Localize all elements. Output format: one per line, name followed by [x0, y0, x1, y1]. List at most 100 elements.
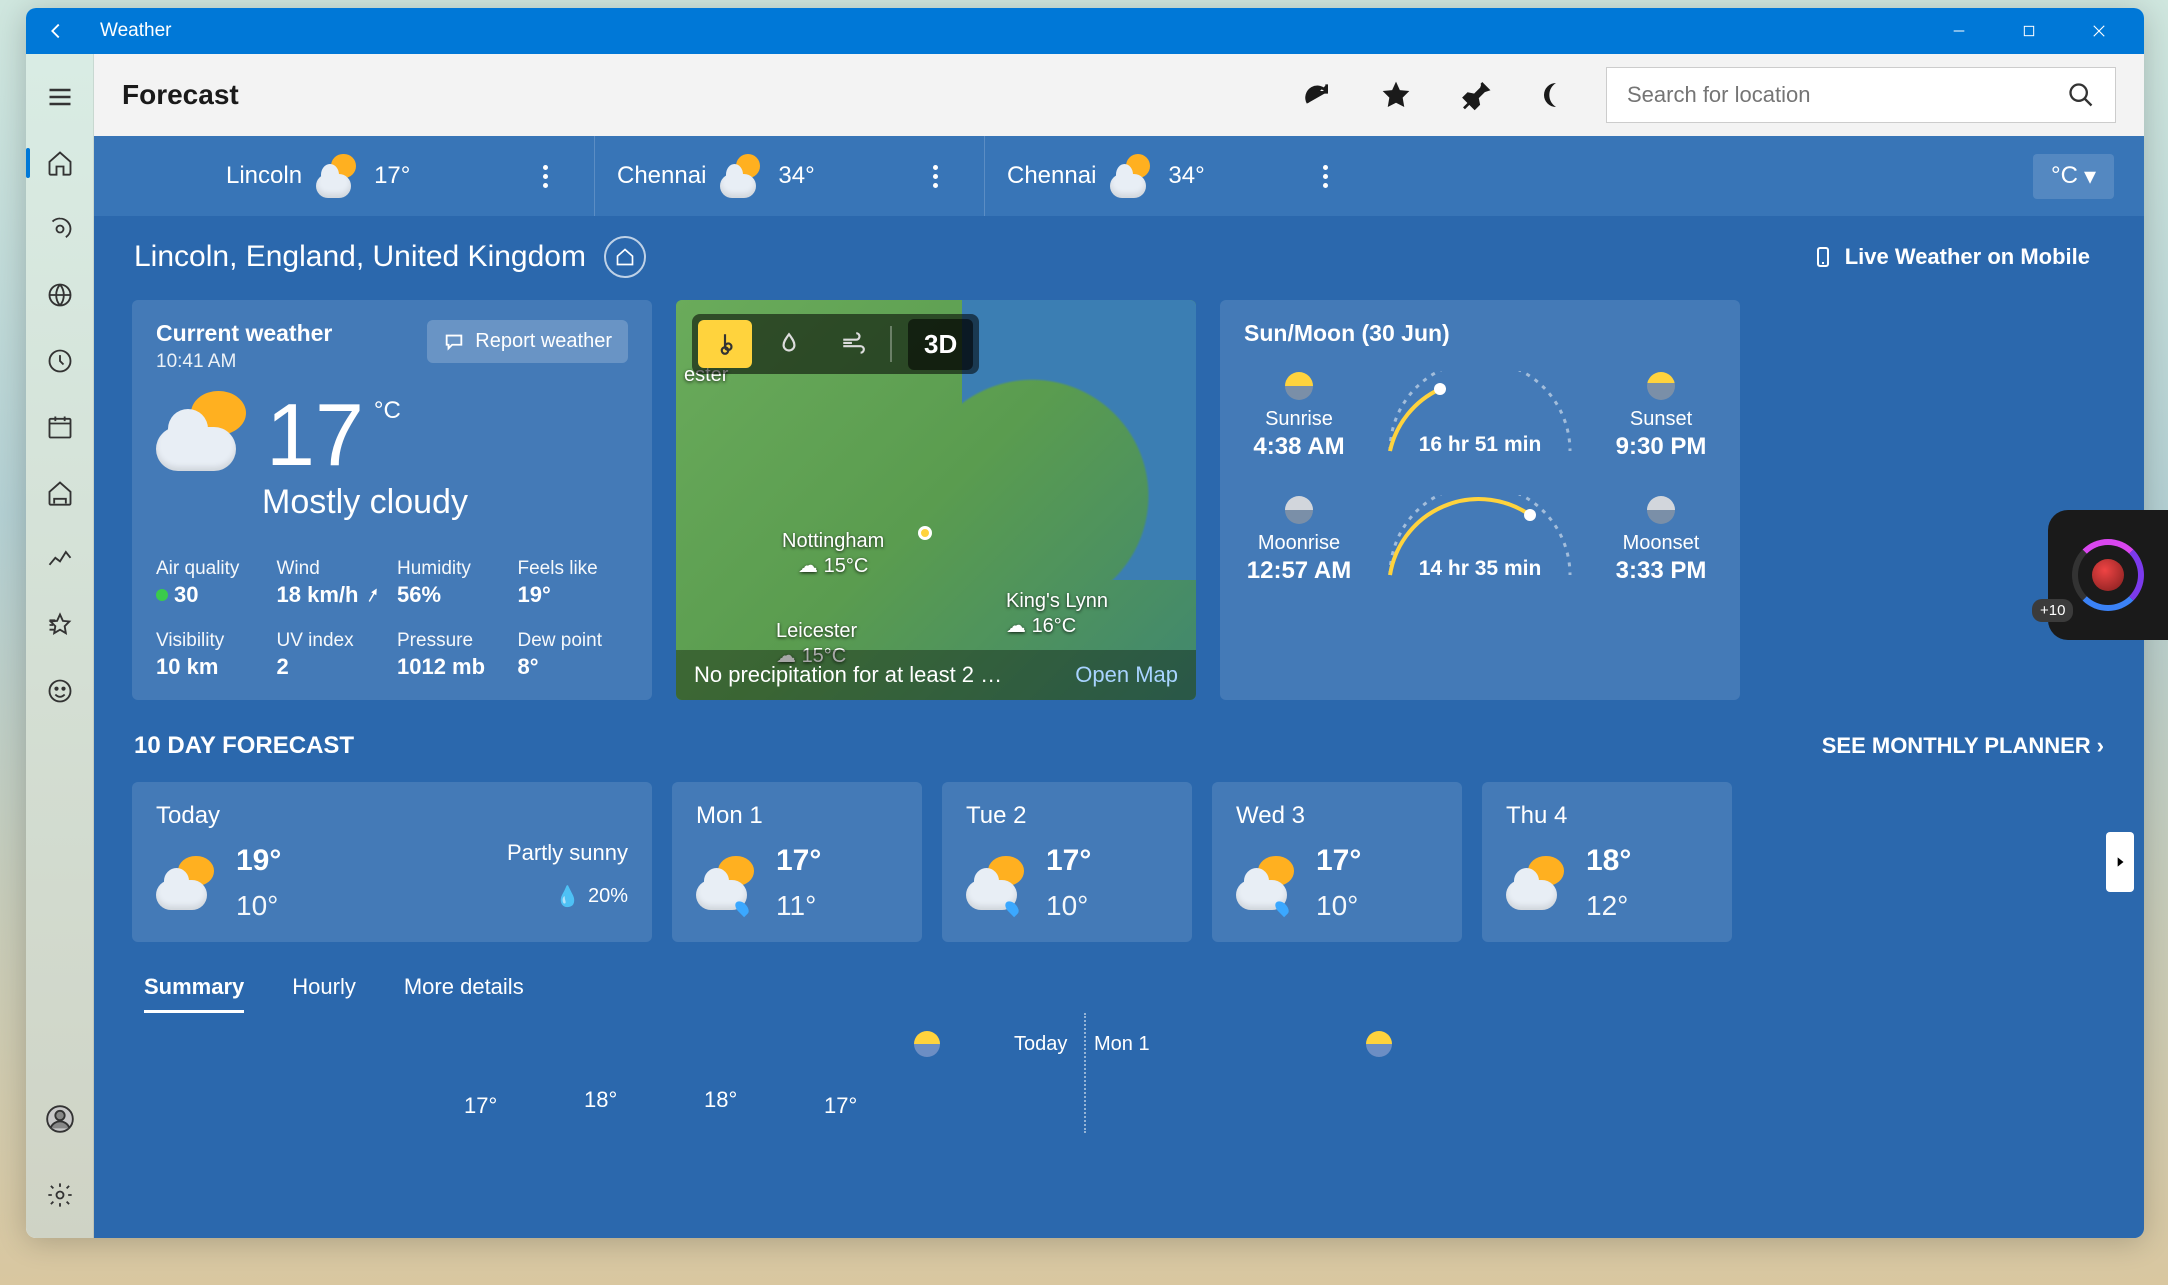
partly-sunny-icon [1506, 856, 1570, 910]
current-weather-card: Current weather 10:41 AM Report weather [132, 300, 652, 700]
partly-sunny-icon [156, 856, 220, 910]
nav-hourly[interactable] [26, 328, 94, 394]
map-temp-layer[interactable] [698, 320, 752, 368]
map-city: Nottingham☁ 15°C [782, 530, 884, 578]
sunset-col: Sunset 9:30 PM [1606, 372, 1716, 461]
nav-pollen[interactable] [26, 460, 94, 526]
detail-tabs: Summary Hourly More details [94, 952, 2144, 1013]
widget-ring-icon [2072, 539, 2144, 611]
sunset-marker-icon [914, 1031, 940, 1057]
current-condition: Mostly cloudy [262, 483, 628, 522]
cards-row: Current weather 10:41 AM Report weather [94, 290, 2144, 720]
favorite-location-0[interactable]: Lincoln 17° [204, 136, 594, 216]
aqi-dot-icon [156, 589, 168, 601]
eye-care-widget[interactable]: +10 [2048, 510, 2168, 640]
map-precip-layer[interactable] [762, 320, 816, 368]
forecast-header: 10 DAY FORECAST SEE MONTHLY PLANNER › [94, 720, 2144, 772]
fav-more-button[interactable] [519, 165, 572, 188]
favorite-location-2[interactable]: Chennai 34° [984, 136, 1374, 216]
chart-tomorrow-label: Mon 1 [1094, 1033, 1150, 1056]
nav-favorites[interactable] [26, 592, 94, 658]
report-weather-button[interactable]: Report weather [427, 320, 628, 363]
rain-icon [966, 856, 1030, 910]
mobile-link-label: Live Weather on Mobile [1845, 244, 2090, 270]
forecast-day-3[interactable]: Wed 3 17°10° [1212, 782, 1462, 942]
partly-cloudy-icon [720, 154, 764, 198]
nav-settings[interactable] [26, 1162, 94, 1228]
app-title: Weather [100, 20, 171, 42]
forecast-day-4[interactable]: Thu 4 18°12° [1482, 782, 1732, 942]
refresh-button[interactable] [1276, 54, 1356, 136]
tab-summary[interactable]: Summary [144, 964, 244, 1013]
set-home-button[interactable] [604, 236, 646, 278]
unit-switcher[interactable]: °C ▾ [2033, 154, 2114, 199]
theme-button[interactable] [1516, 54, 1596, 136]
fav-temp: 34° [778, 162, 814, 190]
mobile-link[interactable]: Live Weather on Mobile [1797, 236, 2104, 278]
forecast-day-2[interactable]: Tue 2 17°10° [942, 782, 1192, 942]
fav-temp: 34° [1168, 162, 1204, 190]
stat-dew: Dew point8° [518, 630, 629, 680]
search-input[interactable] [1627, 82, 2067, 108]
open-map-link[interactable]: Open Map [1075, 662, 1178, 688]
sunrise-col: Sunrise 4:38 AM [1244, 372, 1354, 461]
forecast-next-button[interactable] [2106, 832, 2134, 892]
stats-grid: Air quality30 Wind18 km/h Humidity56% Fe… [156, 558, 628, 680]
maximize-button[interactable] [1994, 8, 2064, 54]
pin-button[interactable] [1436, 54, 1516, 136]
forecast-row: Today 19°10° Partly sunny 💧20% [94, 772, 2144, 952]
nav-3d-maps[interactable] [26, 262, 94, 328]
raindrop-icon: 💧 [555, 884, 580, 909]
map-card[interactable]: ester Nottingham☁ 15°C Leicester☁ 15°C K… [676, 300, 1196, 700]
nav-monthly[interactable] [26, 394, 94, 460]
map-pin-icon [918, 526, 932, 540]
fav-more-button[interactable] [1299, 165, 1352, 188]
moonrise-icon [1285, 496, 1313, 524]
close-button[interactable] [2064, 8, 2134, 54]
fav-more-button[interactable] [909, 165, 962, 188]
map-footer: No precipitation for at least 2 … Open M… [676, 650, 1196, 700]
hamburger-button[interactable] [26, 64, 94, 130]
current-time: 10:41 AM [156, 351, 332, 373]
sun-moon-card: Sun/Moon (30 Jun) Sunrise 4:38 AM 16 hr … [1220, 300, 1740, 700]
map-city: King's Lynn☁ 16°C [1006, 590, 1108, 638]
search-box[interactable] [1606, 67, 2116, 123]
main-area: Forecast Lincoln [94, 54, 2144, 1238]
monthly-planner-link[interactable]: SEE MONTHLY PLANNER › [1822, 733, 2104, 759]
forecast-day-1[interactable]: Mon 1 17°11° [672, 782, 922, 942]
search-icon [2067, 81, 2095, 109]
stat-pressure: Pressure1012 mb [397, 630, 508, 680]
titlebar: Weather [26, 8, 2144, 54]
stat-feels-like: Feels like19° [518, 558, 629, 608]
moonlight-arc: 14 hr 35 min [1364, 495, 1596, 585]
minimize-button[interactable] [1924, 8, 1994, 54]
unit-label: °C [2051, 162, 2078, 190]
map-3d-button[interactable]: 3D [908, 319, 973, 370]
partly-cloudy-icon [316, 154, 360, 198]
summary-chart: Today Mon 1 17° 18° 18° 17° [94, 1013, 2144, 1133]
fav-temp: 17° [374, 162, 410, 190]
map-wind-layer[interactable] [826, 320, 880, 368]
page-title: Forecast [122, 79, 239, 111]
stat-wind: Wind18 km/h [277, 558, 388, 608]
favorite-button[interactable] [1356, 54, 1436, 136]
stat-humidity: Humidity56% [397, 558, 508, 608]
nav-feedback[interactable] [26, 658, 94, 724]
nav-forecast[interactable] [26, 130, 94, 196]
daylight-arc: 16 hr 51 min [1364, 371, 1596, 461]
tab-more[interactable]: More details [404, 964, 524, 1013]
phone-icon [1811, 245, 1835, 269]
report-label: Report weather [475, 330, 612, 353]
nav-maps[interactable] [26, 196, 94, 262]
rain-icon [696, 856, 760, 910]
content-scroll[interactable]: Lincoln 17° Chennai 34° Chennai [94, 136, 2144, 1238]
tab-hourly[interactable]: Hourly [292, 964, 356, 1013]
fav-name: Lincoln [226, 162, 302, 190]
forecast-today[interactable]: Today 19°10° Partly sunny 💧20% [132, 782, 652, 942]
moonset-icon [1647, 496, 1675, 524]
nav-historical[interactable] [26, 526, 94, 592]
partly-cloudy-icon [1110, 154, 1154, 198]
nav-account[interactable] [26, 1086, 94, 1152]
back-button[interactable] [36, 11, 76, 51]
favorite-location-1[interactable]: Chennai 34° [594, 136, 984, 216]
